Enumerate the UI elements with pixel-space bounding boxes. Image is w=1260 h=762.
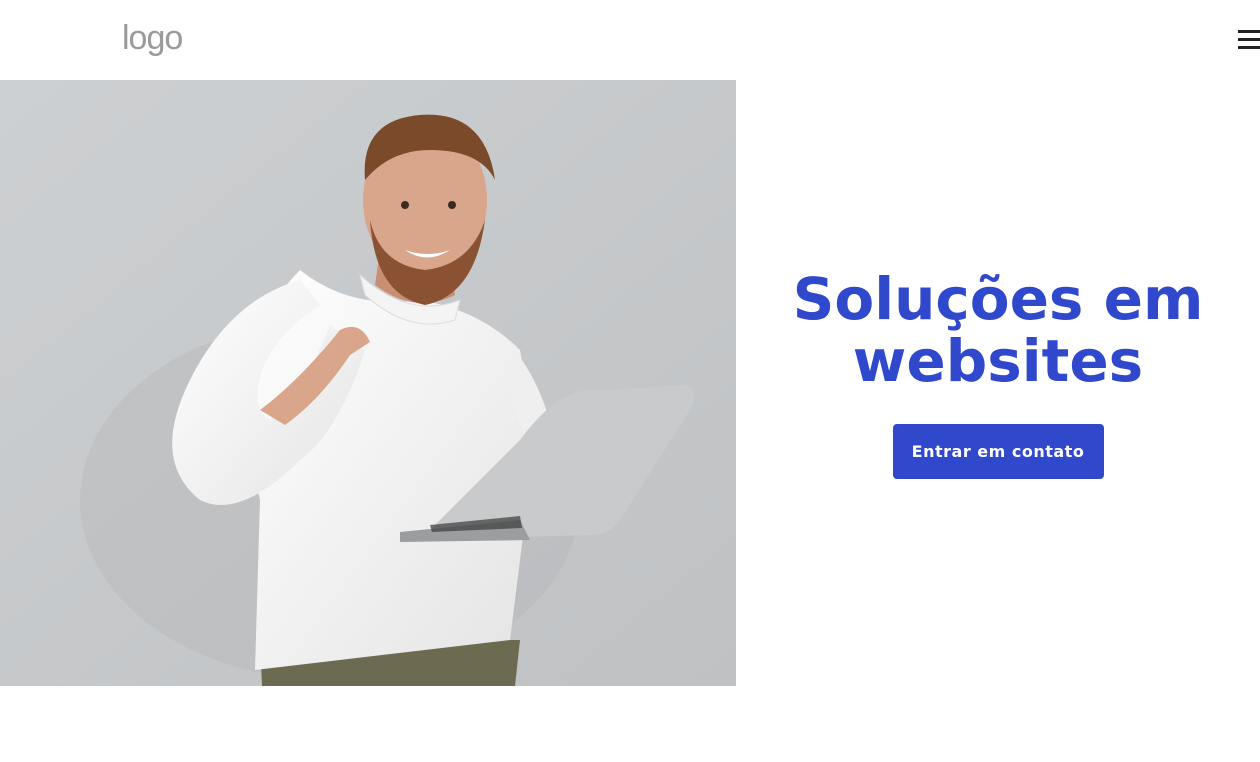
hero-title: Soluções em websites — [792, 264, 1204, 395]
menu-bar — [1238, 38, 1260, 41]
hero-photo-illustration — [0, 80, 736, 686]
site-header: logo — [0, 0, 1260, 80]
site-logo[interactable]: logo — [122, 16, 183, 60]
hero-photo — [0, 80, 736, 686]
hamburger-menu-icon[interactable] — [1236, 27, 1260, 53]
contact-button[interactable]: Entrar em contato — [892, 423, 1104, 479]
menu-bar — [1238, 30, 1260, 33]
hero-content: Soluções em websites Entrar em contato — [736, 80, 1260, 686]
menu-bar — [1238, 46, 1260, 49]
